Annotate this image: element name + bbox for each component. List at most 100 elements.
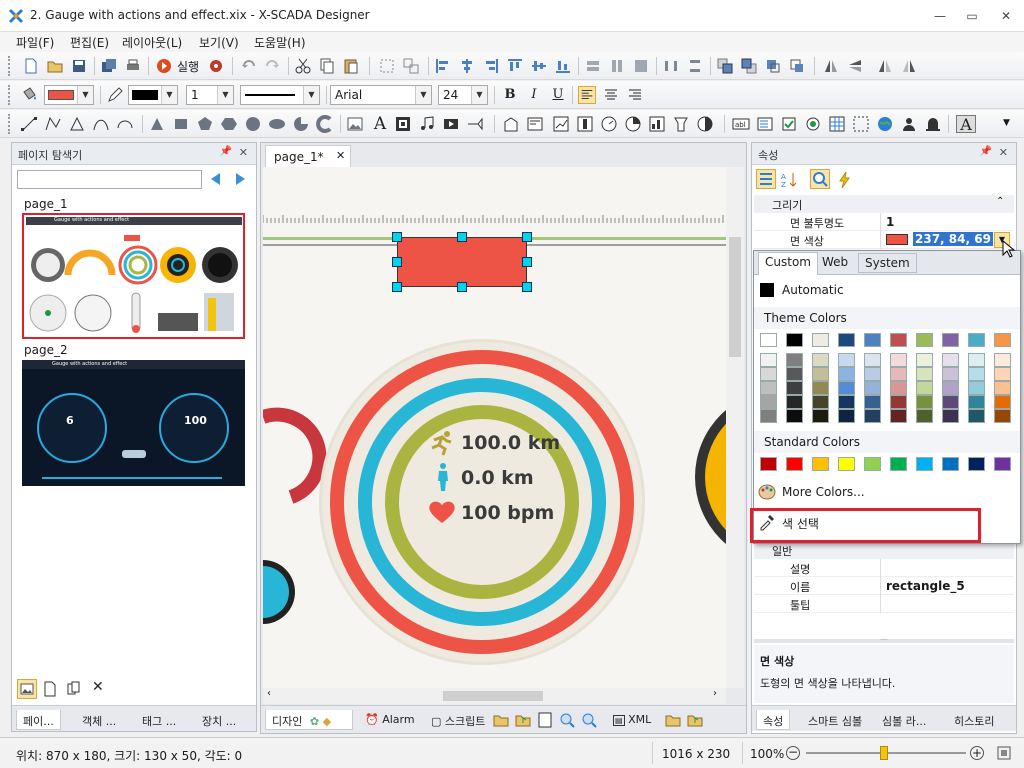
tab-properties[interactable]: 속성 [756, 710, 791, 730]
resize-handle[interactable] [457, 282, 467, 292]
theme-shade-swatch[interactable] [838, 367, 855, 381]
theme-shade-swatch[interactable] [812, 353, 829, 367]
theme-shade-swatch[interactable] [760, 367, 777, 381]
automatic-color-option[interactable]: Automatic [758, 279, 1014, 301]
sort-az-icon[interactable]: AZ [780, 171, 798, 189]
label-tool-icon[interactable]: A [956, 115, 976, 134]
scroll-right-icon[interactable]: › [713, 688, 717, 699]
theme-shade-swatch[interactable] [994, 395, 1011, 409]
tab-page-1[interactable]: page_1* ✕ [265, 145, 351, 167]
horizontal-scrollbar[interactable]: ‹ › [263, 688, 726, 704]
theme-shade-swatch[interactable] [838, 353, 855, 367]
hexagon-tool-icon[interactable] [220, 115, 238, 133]
theme-shade-swatch[interactable] [786, 353, 803, 367]
flash-tool-icon[interactable] [466, 115, 484, 133]
polygon-tool-icon[interactable] [68, 115, 86, 133]
close-button[interactable]: ✕ [992, 6, 1020, 26]
script-page-icon[interactable] [537, 712, 553, 728]
theme-shade-swatch[interactable] [864, 367, 881, 381]
theme-shade-swatch[interactable] [786, 367, 803, 381]
more-colors-option[interactable]: More Colors... [758, 481, 1014, 503]
standard-color-swatch[interactable] [864, 457, 881, 471]
property-row-description[interactable]: 설명 [754, 559, 1014, 577]
standard-color-swatch[interactable] [942, 457, 959, 471]
triangle-tool-icon[interactable] [148, 115, 166, 133]
theme-shade-swatch[interactable] [916, 409, 933, 423]
group-icon[interactable] [378, 57, 396, 75]
theme-shade-swatch[interactable] [812, 395, 829, 409]
theme-shade-swatch[interactable] [760, 409, 777, 423]
chord-tool-icon[interactable] [316, 115, 334, 133]
tank-icon[interactable] [672, 115, 690, 133]
tab-system[interactable]: System [858, 253, 917, 273]
theme-shade-swatch[interactable] [890, 353, 907, 367]
alarm-light-icon[interactable] [924, 115, 942, 133]
new-file-icon[interactable] [22, 57, 40, 75]
send-backward-icon[interactable] [788, 57, 806, 75]
align-bottom-icon[interactable] [554, 57, 572, 75]
open-folder-icon[interactable] [493, 713, 509, 727]
save-all-icon[interactable] [100, 57, 118, 75]
user-icon[interactable] [900, 115, 918, 133]
theme-shade-swatch[interactable] [786, 395, 803, 409]
menu-help[interactable]: 도움말(H) [254, 34, 306, 51]
theme-shade-swatch[interactable] [864, 395, 881, 409]
theme-shade-swatch[interactable] [968, 353, 985, 367]
tab-objects[interactable]: 객체 ... [76, 710, 122, 730]
fill-color-button[interactable]: ▼ [44, 85, 94, 105]
theme-shade-swatch[interactable] [838, 381, 855, 395]
run-label[interactable]: 실행 [177, 58, 199, 75]
pin-icon[interactable]: 📌 [980, 146, 992, 157]
selected-rectangle[interactable] [397, 237, 527, 287]
theme-color-swatch[interactable] [968, 333, 985, 347]
theme-color-swatch[interactable] [864, 333, 881, 347]
properties-view-button[interactable] [810, 169, 830, 189]
property-value[interactable]: 237, 84, 69 [913, 232, 993, 246]
theme-color-swatch[interactable] [812, 333, 829, 347]
zoom-out-icon[interactable] [581, 712, 597, 728]
page-1-label[interactable]: page_1 [24, 197, 68, 211]
trend-icon[interactable] [552, 115, 570, 133]
theme-color-swatch[interactable] [786, 333, 803, 347]
theme-shade-swatch[interactable] [994, 367, 1011, 381]
rotate-right-icon[interactable] [900, 57, 918, 75]
gauge-round-icon[interactable] [600, 115, 618, 133]
distribute-vertical-icon[interactable] [686, 57, 704, 75]
theme-shade-swatch[interactable] [890, 395, 907, 409]
align-middle-icon[interactable] [530, 57, 548, 75]
menu-view[interactable]: 보기(V) [199, 34, 239, 51]
zoom-slider-thumb[interactable] [880, 746, 888, 760]
run-icon[interactable] [155, 57, 173, 75]
image-tool-icon[interactable] [346, 115, 364, 133]
export-icon[interactable] [687, 713, 703, 727]
distribute-horizontal-icon[interactable] [662, 57, 680, 75]
text-align-left-icon[interactable] [578, 86, 596, 104]
textbox-icon[interactable]: abl [732, 115, 750, 133]
zoom-out-button[interactable]: − [786, 746, 800, 760]
theme-shade-swatch[interactable] [968, 367, 985, 381]
theme-shade-swatch[interactable] [994, 381, 1011, 395]
theme-shade-swatch[interactable] [942, 409, 959, 423]
pick-color-option[interactable]: 색 선택 [758, 511, 1014, 533]
tab-xml[interactable]: ▤ XML [607, 710, 657, 730]
standard-color-swatch[interactable] [812, 457, 829, 471]
rotate-left-icon[interactable] [876, 57, 894, 75]
page-2-label[interactable]: page_2 [24, 343, 68, 357]
theme-shade-swatch[interactable] [994, 353, 1011, 367]
theme-shade-swatch[interactable] [838, 395, 855, 409]
close-icon[interactable]: ✕ [336, 149, 345, 162]
meter-icon[interactable] [696, 115, 714, 133]
thumbnail-view-button[interactable] [17, 679, 37, 699]
theme-shade-swatch[interactable] [864, 409, 881, 423]
splitter[interactable]: ···· [754, 638, 1014, 644]
resize-handle[interactable] [522, 257, 532, 267]
tab-custom[interactable]: Custom [758, 252, 818, 275]
theme-color-swatch[interactable] [890, 333, 907, 347]
vertical-scrollbar[interactable] [726, 167, 744, 688]
resize-handle[interactable] [392, 257, 402, 267]
align-right-icon[interactable] [482, 57, 500, 75]
zoom-in-icon[interactable] [559, 712, 575, 728]
standard-color-swatch[interactable] [916, 457, 933, 471]
page-search-input[interactable] [17, 170, 202, 189]
line-color-button[interactable]: ▼ [128, 85, 178, 105]
